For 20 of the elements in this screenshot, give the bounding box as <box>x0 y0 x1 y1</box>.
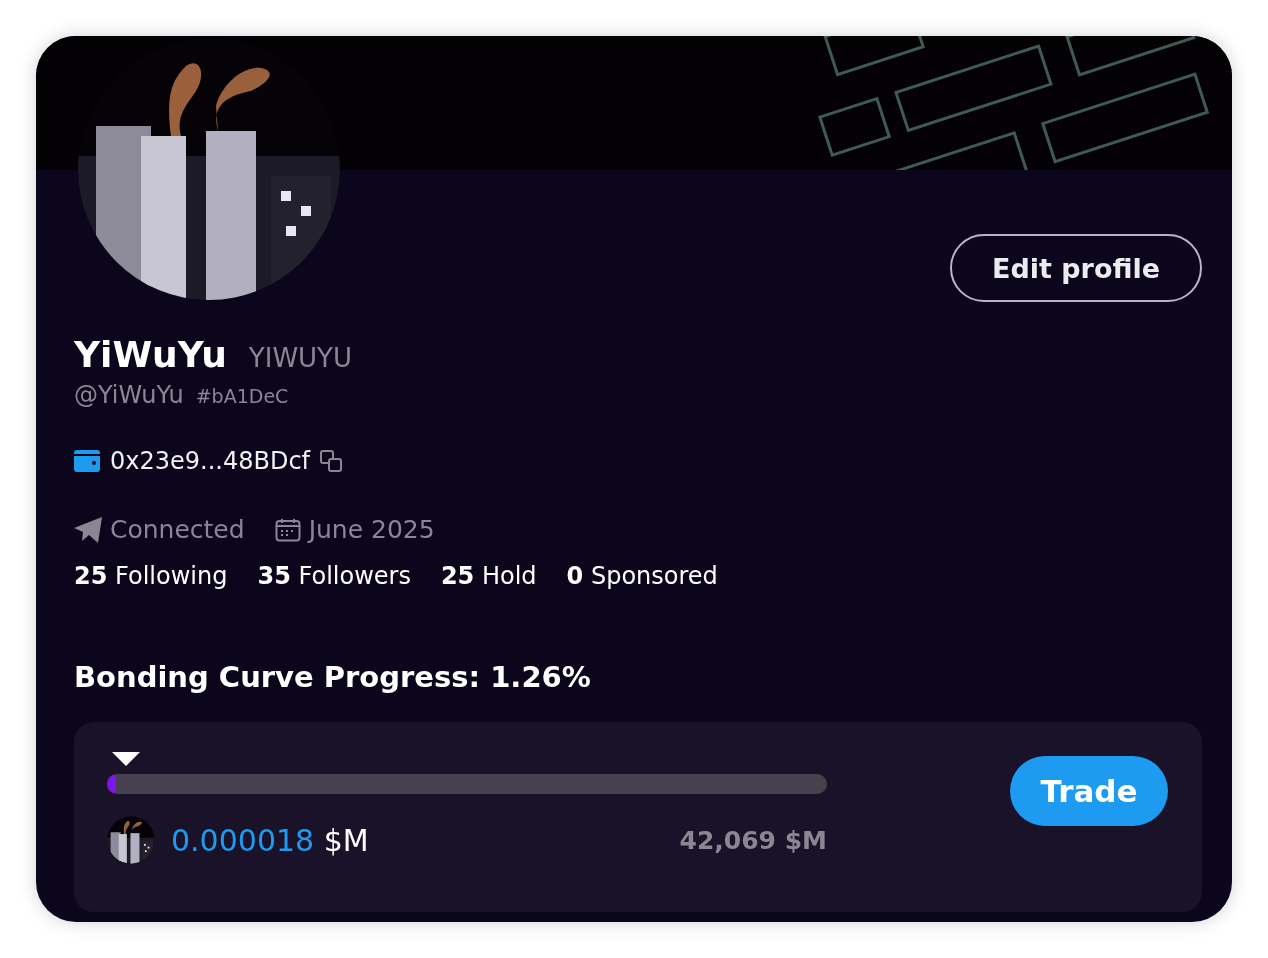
user-tag: #bA1DeC <box>195 385 289 407</box>
stat-link[interactable]: 35 Followers <box>257 562 411 590</box>
stat-link[interactable]: 0 Sponsored <box>566 562 718 590</box>
meta-label: June 2025 <box>308 515 435 544</box>
triangle-marker-icon <box>112 752 141 768</box>
ticker: YIWUYU <box>248 343 353 373</box>
meta-label: Connected <box>110 515 245 544</box>
wallet-address: 0x23e9...48BDcf <box>110 447 311 475</box>
edit-profile-button[interactable]: Edit profile <box>950 234 1202 302</box>
calendar-icon <box>274 517 301 542</box>
handle: @YiWuYu <box>74 381 184 409</box>
paper-plane-icon <box>74 516 102 543</box>
stat-link[interactable]: 25 Following <box>74 562 228 590</box>
stat-link[interactable]: 25 Hold <box>440 562 537 590</box>
bonding-curve-title: Bonding Curve Progress: 1.26% <box>74 660 592 694</box>
token-price: 0.000018 $M <box>171 822 369 858</box>
display-name: YiWuYu <box>74 334 227 375</box>
wallet-icon <box>74 450 100 472</box>
copy-icon[interactable] <box>320 450 343 472</box>
market-cap-target: 42,069 $M <box>679 825 827 855</box>
